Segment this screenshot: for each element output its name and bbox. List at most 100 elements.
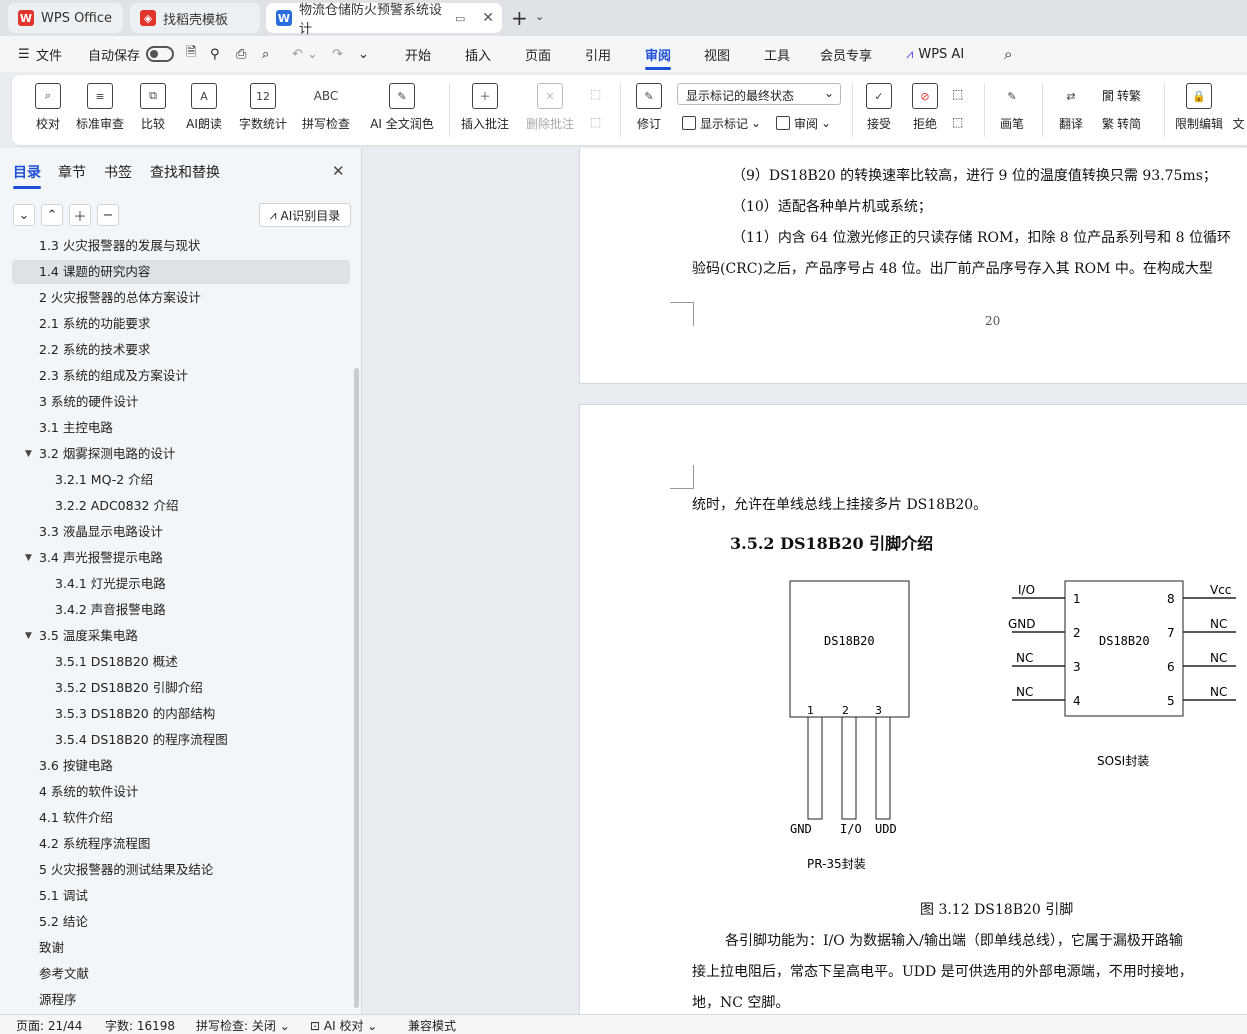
tab-find-replace[interactable]: 查找和替换 (150, 162, 220, 182)
toc-item[interactable]: 1.4 课题的研究内容 (39, 260, 150, 284)
tab-document[interactable]: W 物流仓储防火预警系统设计 ▭ ✕ (266, 3, 502, 37)
toc-item[interactable]: 3.6 按键电路 (39, 754, 113, 778)
toc-item[interactable]: 3 系统的硬件设计 (39, 390, 138, 414)
translate-button[interactable]: ⇄ 翻译 (1050, 75, 1092, 145)
new-tab-button[interactable]: + (511, 6, 528, 30)
expand-triangle-icon[interactable]: ▼ (25, 631, 32, 641)
collapse-button[interactable]: ⌄ (13, 204, 35, 226)
tab-chapters[interactable]: 章节 (58, 162, 86, 182)
autosave-toggle[interactable] (146, 46, 175, 62)
search-icon[interactable]: ⌕ (1004, 36, 1012, 72)
hamburger-icon[interactable]: ☰ (18, 36, 30, 72)
ai-read-button[interactable]: A AI朗读 (178, 75, 230, 145)
compare-button[interactable]: ⧉ 比较 (132, 75, 174, 145)
toc-item[interactable]: 4.1 软件介绍 (39, 806, 113, 830)
review-pane-button[interactable]: 审阅 ⌄ (776, 112, 831, 134)
tab-bookmarks[interactable]: 书签 (104, 162, 132, 182)
toc-item[interactable]: 2.3 系统的组成及方案设计 (39, 364, 188, 388)
word-count-button[interactable]: 12 字数统计 (236, 75, 290, 145)
button-label: 校对 (35, 117, 60, 131)
toc-item[interactable]: 3.2 烟雾探测电路的设计 (39, 442, 175, 466)
more-chevron-icon[interactable]: ⌄ (358, 36, 369, 72)
next-change-icon[interactable]: ⬚ (952, 111, 963, 133)
delete-comment-button[interactable]: ✕ 删除批注 (518, 75, 582, 145)
ai-toc-button[interactable]: ⩘ AI识别目录 (259, 203, 351, 227)
show-markup-button[interactable]: 显示标记 ⌄ (682, 112, 761, 134)
save-icon[interactable]: 🗎 (186, 36, 196, 72)
toc-item[interactable]: 5 火灾报警器的测试结果及结论 (39, 858, 213, 882)
menu-reference[interactable]: 引用 (585, 36, 611, 72)
tab-template[interactable]: ◈ 找稻壳模板 (130, 3, 260, 33)
add-heading-button[interactable]: ＋ (69, 204, 91, 226)
remove-heading-button[interactable]: − (97, 204, 119, 226)
tab-list-chevron-icon[interactable]: ⌄ (535, 10, 544, 23)
share-icon[interactable]: ⚲ (210, 36, 220, 72)
ai-polish-button[interactable]: ✎ AI 全文润色 (364, 75, 440, 145)
spell-check-button[interactable]: ABC 拼写检查 (296, 75, 356, 145)
word-count[interactable]: 字数: 16198 (105, 1017, 175, 1034)
toc-item[interactable]: 3.5 温度采集电路 (39, 624, 138, 648)
restrict-editing-button[interactable]: 🔒 限制编辑 (1172, 75, 1226, 145)
print-icon[interactable]: ⎙ (236, 36, 246, 72)
expand-button[interactable]: ⌃ (41, 204, 63, 226)
menu-member[interactable]: 会员专享 (820, 36, 872, 72)
menu-tools[interactable]: 工具 (764, 36, 790, 72)
prev-comment-icon[interactable]: ⬚ (590, 83, 601, 105)
page-indicator[interactable]: 页面: 21/44 (16, 1017, 82, 1034)
toc-item[interactable]: 源程序 (39, 988, 77, 1012)
toc-item[interactable]: 4.2 系统程序流程图 (39, 832, 150, 856)
toc-item[interactable]: 3.5.4 DS18B20 的程序流程图 (55, 728, 228, 752)
close-pane-icon[interactable]: ✕ (332, 162, 345, 180)
toc-item[interactable]: 3.4.2 声音报警电路 (55, 598, 166, 622)
menu-insert[interactable]: 插入 (465, 36, 491, 72)
file-menu[interactable]: 文件 (36, 36, 62, 72)
toc-item[interactable]: 2.2 系统的技术要求 (39, 338, 150, 362)
toc-item[interactable]: 3.2.2 ADC0832 介绍 (55, 494, 178, 518)
markup-state-select[interactable]: 显示标记的最终状态 ⌄ (677, 83, 841, 105)
convert-simplified-button[interactable]: 繁转简 (1102, 112, 1141, 134)
toc-item[interactable]: 3.5.1 DS18B20 概述 (55, 650, 178, 674)
menu-start[interactable]: 开始 (405, 36, 431, 72)
convert-traditional-button[interactable]: 閬转繁 (1102, 84, 1141, 106)
accept-button[interactable]: ✓ 接受 (858, 75, 900, 145)
ai-proofread-status[interactable]: ⊡ AI 校对 ⌄ (310, 1017, 377, 1034)
toc-item[interactable]: 5.1 调试 (39, 884, 88, 908)
insert-comment-button[interactable]: ＋ 插入批注 (458, 75, 512, 145)
spell-check-status[interactable]: 拼写检查: 关闭 ⌄ (196, 1017, 290, 1034)
toc-item[interactable]: 3.5.3 DS18B20 的内部结构 (55, 702, 215, 726)
toc-item[interactable]: 致谢 (39, 936, 64, 960)
more-ribbon-button[interactable]: 文 (1230, 75, 1247, 145)
menu-review[interactable]: 审阅 (645, 36, 672, 72)
toc-item[interactable]: 2.1 系统的功能要求 (39, 312, 150, 336)
toc-item[interactable]: 5.2 结论 (39, 910, 88, 934)
toc-item[interactable]: 3.4 声光报警提示电路 (39, 546, 163, 570)
undo-icon[interactable]: ↶ ⌄ (292, 36, 318, 72)
close-tab-icon[interactable]: ✕ (482, 10, 494, 26)
tab-toc[interactable]: 目录 (13, 162, 41, 189)
toc-item[interactable]: 1.3 火灾报警器的发展与现状 (39, 236, 200, 258)
expand-triangle-icon[interactable]: ▼ (25, 449, 32, 459)
standard-review-button[interactable]: ≡ 标准审查 (74, 75, 126, 145)
toc-item[interactable]: 2 火灾报警器的总体方案设计 (39, 286, 201, 310)
expand-triangle-icon[interactable]: ▼ (25, 553, 32, 563)
track-changes-button[interactable]: ✎ 修订 (628, 75, 670, 145)
next-comment-icon[interactable]: ⬚ (590, 111, 601, 133)
proofread-button[interactable]: ⌕ 校对 (26, 75, 70, 145)
redo-icon[interactable]: ↷ (332, 36, 343, 72)
menu-wps-ai[interactable]: ⩘ WPS AI (906, 36, 964, 72)
toc-item[interactable]: 3.5.2 DS18B20 引脚介绍 (55, 676, 203, 700)
prev-change-icon[interactable]: ⬚ (952, 83, 963, 105)
toc-item[interactable]: 3.2.1 MQ-2 介绍 (55, 468, 153, 492)
menu-page[interactable]: 页面 (525, 36, 551, 72)
toc-item[interactable]: 参考文献 (39, 962, 89, 986)
reject-button[interactable]: ⊘ 拒绝 (904, 75, 946, 145)
tab-wps-office[interactable]: W WPS Office (8, 3, 123, 33)
toc-item[interactable]: 3.3 液晶显示电路设计 (39, 520, 163, 544)
print-preview-icon[interactable]: ⌕ (262, 36, 269, 72)
toc-item[interactable]: 3.1 主控电路 (39, 416, 113, 440)
menu-view[interactable]: 视图 (704, 36, 730, 72)
toc-item[interactable]: 4 系统的软件设计 (39, 780, 138, 804)
pen-button[interactable]: ✎ 画笔 (992, 75, 1032, 145)
scrollbar[interactable] (354, 368, 359, 1008)
toc-item[interactable]: 3.4.1 灯光提示电路 (55, 572, 166, 596)
